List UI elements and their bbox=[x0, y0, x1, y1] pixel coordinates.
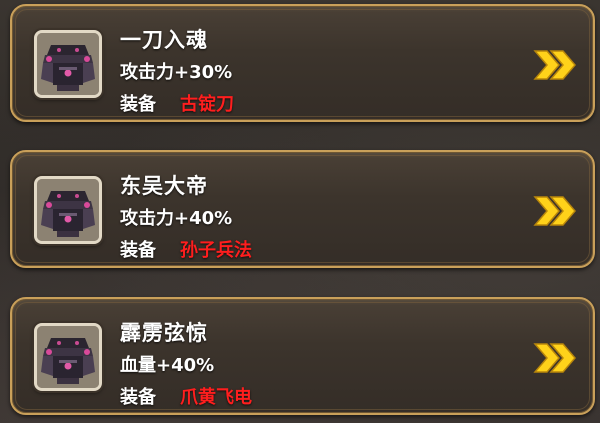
fate-name: 东吴大帝 bbox=[120, 174, 208, 198]
equip-item-name: 古锭刀 bbox=[180, 94, 234, 115]
fate-card-3[interactable]: 霹雳弦惊 血量+40% 装备 爪黄飞电 bbox=[10, 297, 595, 415]
fate-card-1[interactable]: 一刀入魂 攻击力+30% 装备 古锭刀 bbox=[10, 4, 595, 122]
fate-effect: 血量+40% bbox=[120, 355, 215, 376]
equip-label: 装备 bbox=[120, 387, 156, 408]
armor-portrait-icon bbox=[34, 30, 102, 98]
double-chevron-right-icon[interactable] bbox=[533, 48, 577, 82]
fate-effect: 攻击力+30% bbox=[120, 62, 233, 83]
fate-name: 一刀入魂 bbox=[120, 28, 208, 52]
equip-item-name: 孙子兵法 bbox=[180, 240, 252, 261]
fate-card-2[interactable]: 东吴大帝 攻击力+40% 装备 孙子兵法 bbox=[10, 150, 595, 268]
double-chevron-right-icon[interactable] bbox=[533, 341, 577, 375]
fate-effect: 攻击力+40% bbox=[120, 208, 233, 229]
fate-name: 霹雳弦惊 bbox=[120, 321, 208, 345]
double-chevron-right-icon[interactable] bbox=[533, 194, 577, 228]
armor-portrait-icon bbox=[34, 176, 102, 244]
equip-label: 装备 bbox=[120, 240, 156, 261]
equip-label: 装备 bbox=[120, 94, 156, 115]
equip-item-name: 爪黄飞电 bbox=[180, 387, 252, 408]
armor-portrait-icon bbox=[34, 323, 102, 391]
